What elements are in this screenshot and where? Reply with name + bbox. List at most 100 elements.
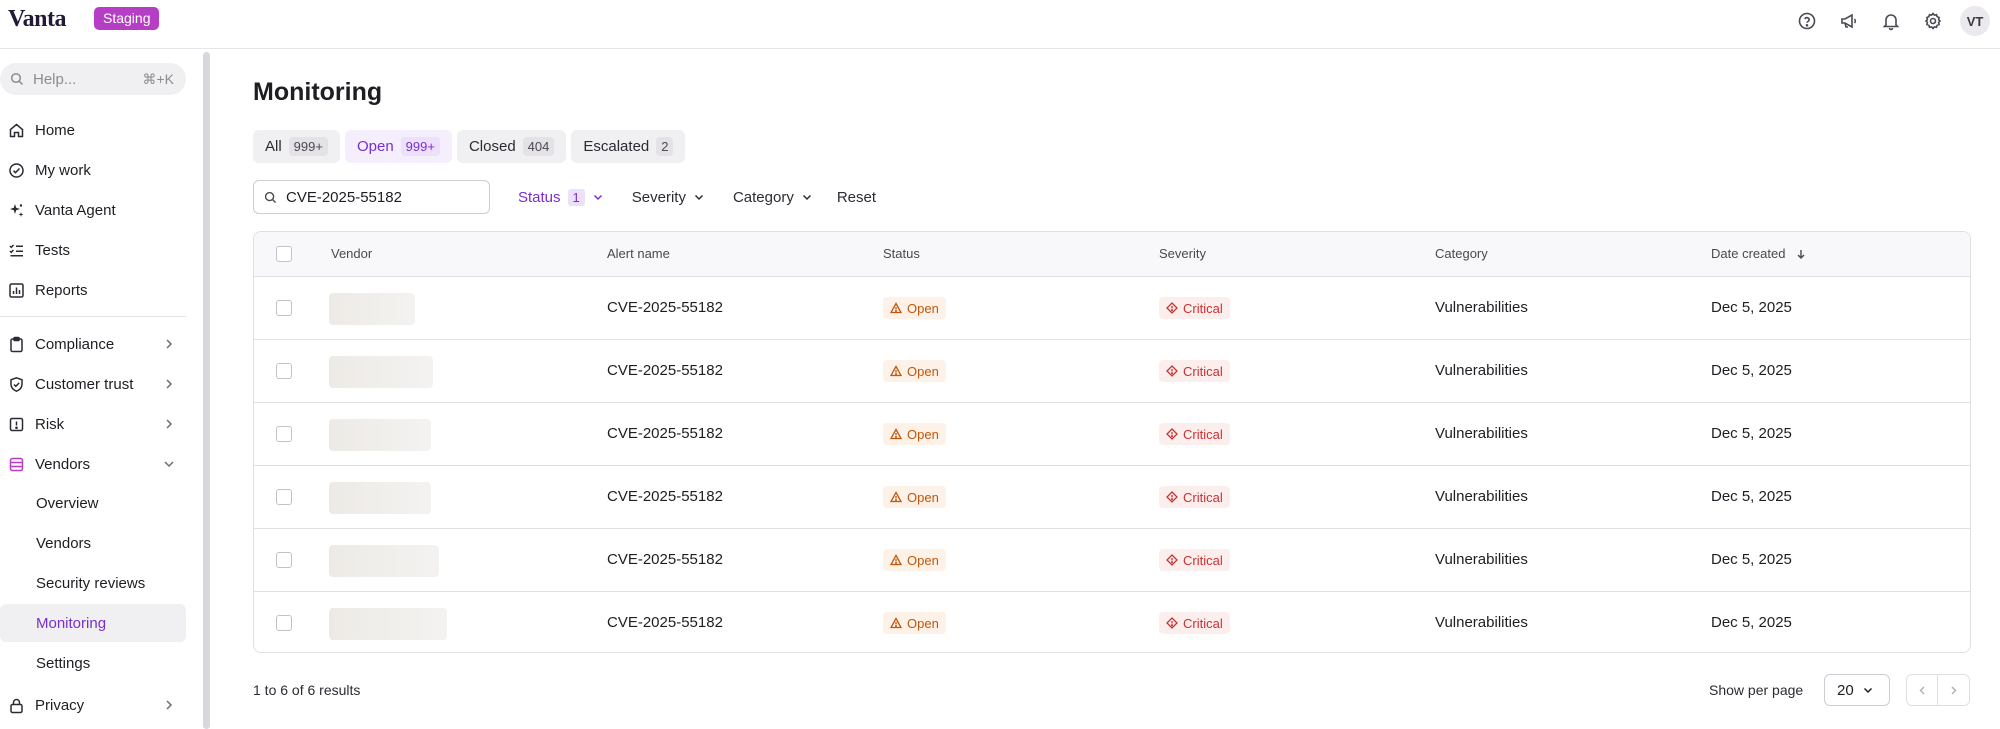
column-category[interactable]: Category <box>1435 246 1488 261</box>
sidebar-item-tests[interactable]: Tests <box>0 231 186 269</box>
table-row[interactable]: CVE-2025-55182 Open Critical Vulnerabilitie… <box>254 466 1970 529</box>
list-check-icon <box>9 243 23 257</box>
sidebar-sub-vendors[interactable]: Vendors <box>0 524 186 562</box>
bell-icon[interactable] <box>1876 7 1905 36</box>
select-all-checkbox[interactable] <box>276 246 292 262</box>
status-badge-label: Open <box>907 615 939 631</box>
sidebar-item-vanta-agent[interactable]: Vanta Agent <box>0 191 186 229</box>
sidebar-item-risk[interactable]: Risk <box>0 405 186 443</box>
table-row[interactable]: CVE-2025-55182 Open Critical Vulnerabilitie… <box>254 277 1970 340</box>
help-search-placeholder: Help... <box>33 70 77 88</box>
row-checkbox[interactable] <box>276 363 292 379</box>
vanta-logo[interactable]: Vanta <box>8 6 66 33</box>
sidebar-scrollbar[interactable] <box>203 52 210 729</box>
column-severity[interactable]: Severity <box>1159 246 1206 261</box>
sidebar-sub-settings[interactable]: Settings <box>0 644 186 682</box>
chevron-down-icon <box>802 194 811 201</box>
per-page-value: 20 <box>1837 681 1854 699</box>
sidebar-item-my-work[interactable]: My work <box>0 151 186 189</box>
sidebar-sub-overview[interactable]: Overview <box>0 484 186 522</box>
status-badge: Open <box>883 297 946 319</box>
sidebar-sub-monitoring[interactable]: Monitoring <box>0 604 186 642</box>
alert-name-cell[interactable]: CVE-2025-55182 <box>607 299 723 316</box>
keyboard-shortcut: ⌘+K <box>142 70 174 87</box>
vendor-logo[interactable] <box>329 545 439 577</box>
prev-page-button[interactable] <box>1906 674 1938 706</box>
check-circle-icon <box>9 162 24 178</box>
page-title: Monitoring <box>253 78 383 106</box>
row-checkbox[interactable] <box>276 489 292 505</box>
tab-closed[interactable]: Closed 404 <box>456 130 567 163</box>
vendor-logo[interactable] <box>329 419 431 451</box>
sidebar-item-privacy[interactable]: Privacy <box>0 686 186 724</box>
date-cell: Dec 5, 2025 <box>1711 551 1792 568</box>
search-input[interactable] <box>286 188 466 206</box>
alert-name-cell[interactable]: CVE-2025-55182 <box>607 425 723 442</box>
per-page-select[interactable]: 20 <box>1824 674 1890 706</box>
alert-name-cell[interactable]: CVE-2025-55182 <box>607 362 723 379</box>
row-checkbox[interactable] <box>276 300 292 316</box>
table-row[interactable]: CVE-2025-55182 Open Critical Vulnerabilitie… <box>254 340 1970 403</box>
status-filter[interactable]: Status 1 <box>518 188 604 206</box>
alert-name-cell[interactable]: CVE-2025-55182 <box>607 488 723 505</box>
tab-all[interactable]: All 999+ <box>253 130 340 163</box>
vendor-logo[interactable] <box>329 482 431 514</box>
sidebar-sub-security-reviews[interactable]: Security reviews <box>0 564 186 602</box>
sidebar-item-label: Customer trust <box>35 375 134 393</box>
sidebar-item-home[interactable]: Home <box>0 111 186 149</box>
column-date-created[interactable]: Date created <box>1711 246 1807 261</box>
chevron-right-icon <box>166 419 173 429</box>
tab-escalated[interactable]: Escalated 2 <box>571 130 686 163</box>
alert-name-cell[interactable]: CVE-2025-55182 <box>607 614 723 631</box>
per-page-label: Show per page <box>1709 682 1804 698</box>
sidebar-item-label: Privacy <box>35 696 85 714</box>
chart-icon <box>9 282 24 298</box>
sidebar: Help... ⌘+K Home My work Vanta Agent Tes… <box>0 50 203 729</box>
alert-search[interactable] <box>253 180 490 214</box>
chevron-right-icon <box>166 700 173 710</box>
megaphone-icon[interactable] <box>1834 7 1863 36</box>
severity-badge: Critical <box>1159 612 1230 634</box>
search-icon <box>10 72 24 86</box>
sidebar-item-reports[interactable]: Reports <box>0 271 186 309</box>
filter-bar: Status 1 Severity Category Reset <box>253 180 876 214</box>
category-cell: Vulnerabilities <box>1435 362 1528 379</box>
tab-open[interactable]: Open 999+ <box>344 130 452 163</box>
vendor-logo[interactable] <box>329 356 433 388</box>
filter-count: 1 <box>567 188 585 206</box>
row-checkbox[interactable] <box>276 552 292 568</box>
status-badge-label: Open <box>907 489 939 505</box>
status-badge-label: Open <box>907 552 939 568</box>
table-row[interactable]: CVE-2025-55182 Open Critical Vulnerabilitie… <box>254 403 1970 466</box>
reset-button[interactable]: Reset <box>837 189 876 206</box>
column-vendor[interactable]: Vendor <box>331 246 372 261</box>
help-icon[interactable] <box>1792 7 1821 36</box>
row-checkbox[interactable] <box>276 615 292 631</box>
sidebar-item-compliance[interactable]: Compliance <box>0 325 186 363</box>
column-status[interactable]: Status <box>883 246 920 261</box>
status-badge: Open <box>883 360 946 382</box>
row-checkbox[interactable] <box>276 426 292 442</box>
vendor-logo[interactable] <box>329 293 415 325</box>
severity-badge: Critical <box>1159 297 1230 319</box>
category-filter[interactable]: Category <box>733 189 813 206</box>
vendor-logo[interactable] <box>329 608 447 640</box>
user-avatar[interactable]: VT <box>1960 6 1990 36</box>
warning-triangle-icon <box>890 617 902 629</box>
help-search[interactable]: Help... ⌘+K <box>0 63 186 95</box>
table-row[interactable]: CVE-2025-55182 Open Critical Vulnerabilitie… <box>254 529 1970 592</box>
table-row[interactable]: CVE-2025-55182 Open Critical Vulnerabilitie… <box>254 592 1970 652</box>
sidebar-item-vendors[interactable]: Vendors <box>0 445 186 483</box>
status-badge-label: Open <box>907 363 939 379</box>
severity-badge-label: Critical <box>1183 552 1223 568</box>
column-alert-name[interactable]: Alert name <box>607 246 670 261</box>
severity-filter[interactable]: Severity <box>632 189 705 206</box>
tab-count: 999+ <box>288 137 328 156</box>
severity-badge: Critical <box>1159 486 1230 508</box>
gear-icon[interactable] <box>1918 7 1947 36</box>
next-page-button[interactable] <box>1938 674 1970 706</box>
sidebar-item-label: Tests <box>35 241 71 259</box>
sidebar-item-customer-trust[interactable]: Customer trust <box>0 365 186 403</box>
category-cell: Vulnerabilities <box>1435 551 1528 568</box>
alert-name-cell[interactable]: CVE-2025-55182 <box>607 551 723 568</box>
